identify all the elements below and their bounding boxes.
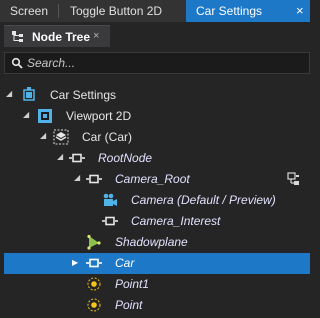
expand-arrow-icon[interactable]: ◢ <box>23 110 31 119</box>
camera-icon <box>103 193 117 206</box>
pin-icon[interactable] <box>287 172 301 186</box>
tree-row-label: Camera_Interest <box>131 214 221 228</box>
node-icon <box>102 216 118 226</box>
tree-row-point1[interactable]: Point1 <box>0 274 310 295</box>
node-tree-panel-tab[interactable]: Node Tree × <box>4 25 110 47</box>
screen-icon <box>23 87 35 101</box>
tree-row-label: Point <box>115 298 143 312</box>
expand-arrow-icon[interactable]: ◢ <box>40 131 48 140</box>
tree-row-camera-interest[interactable]: Camera_Interest <box>0 211 310 232</box>
tree-row-car-settings[interactable]: ◢ Car Settings <box>0 85 310 106</box>
tree-row-viewport-2d[interactable]: ◢ Viewport 2D <box>0 106 310 127</box>
search-icon <box>11 57 23 69</box>
tab-screen[interactable]: Screen <box>0 0 58 22</box>
tab-label: Car Settings <box>196 4 263 18</box>
viewport-icon <box>38 109 52 123</box>
tab-car-settings[interactable]: Car Settings × <box>186 0 310 22</box>
node-icon <box>69 153 85 163</box>
expand-arrow-icon[interactable]: ◢ <box>74 173 82 182</box>
node-tree-icon <box>12 31 23 42</box>
collapsed-arrow-icon[interactable]: ▶ <box>72 258 80 267</box>
tree-row-label: RootNode <box>98 151 153 165</box>
tree-row-label: Camera_Root <box>115 172 190 186</box>
tab-label: Screen <box>10 4 49 18</box>
tree-row-point[interactable]: Point <box>0 295 310 316</box>
tree-row-label: Car <box>115 256 135 270</box>
tab-toggle-button-2d[interactable]: Toggle Button 2D <box>60 0 186 22</box>
expand-arrow-icon[interactable]: ◢ <box>6 89 14 98</box>
tree-row-label: Shadowplane <box>115 235 188 249</box>
tab-label: Toggle Button 2D <box>70 4 163 18</box>
tree-row-car[interactable]: ▶ Car <box>4 253 310 274</box>
panel-title: Node Tree <box>32 30 91 44</box>
tree-row-camera-root[interactable]: ◢ Camera_Root <box>0 169 310 190</box>
tree-row-label: Camera (Default / Preview) <box>131 193 276 207</box>
document-tab-bar: Screen Toggle Button 2D Car Settings × <box>0 0 310 22</box>
tree-row-shadowplane[interactable]: Shadowplane <box>0 232 310 253</box>
point-icon <box>87 277 101 291</box>
tree-row-car-prefab[interactable]: ◢ Car (Car) <box>0 127 310 148</box>
tree-row-label: Point1 <box>115 277 150 291</box>
tab-divider <box>58 4 59 18</box>
point-icon <box>87 298 101 312</box>
prefab-icon <box>53 129 69 145</box>
panel-header: Node Tree × <box>0 22 310 48</box>
node-icon <box>86 174 102 184</box>
tree-row-label: Car Settings <box>50 88 117 102</box>
expand-arrow-icon[interactable]: ◢ <box>57 152 65 161</box>
tree-row-camera[interactable]: Camera (Default / Preview) <box>0 190 310 211</box>
search-box <box>4 52 310 74</box>
node-icon <box>86 258 102 268</box>
tab-close-icon[interactable]: × <box>296 0 304 22</box>
panel-close-icon[interactable]: × <box>93 30 99 42</box>
tree-row-rootnode[interactable]: ◢ RootNode <box>0 148 310 169</box>
plane-icon <box>87 234 101 250</box>
tree-row-label: Car (Car) <box>82 130 132 144</box>
search-input[interactable] <box>27 55 297 71</box>
tree-row-label: Viewport 2D <box>66 109 132 123</box>
